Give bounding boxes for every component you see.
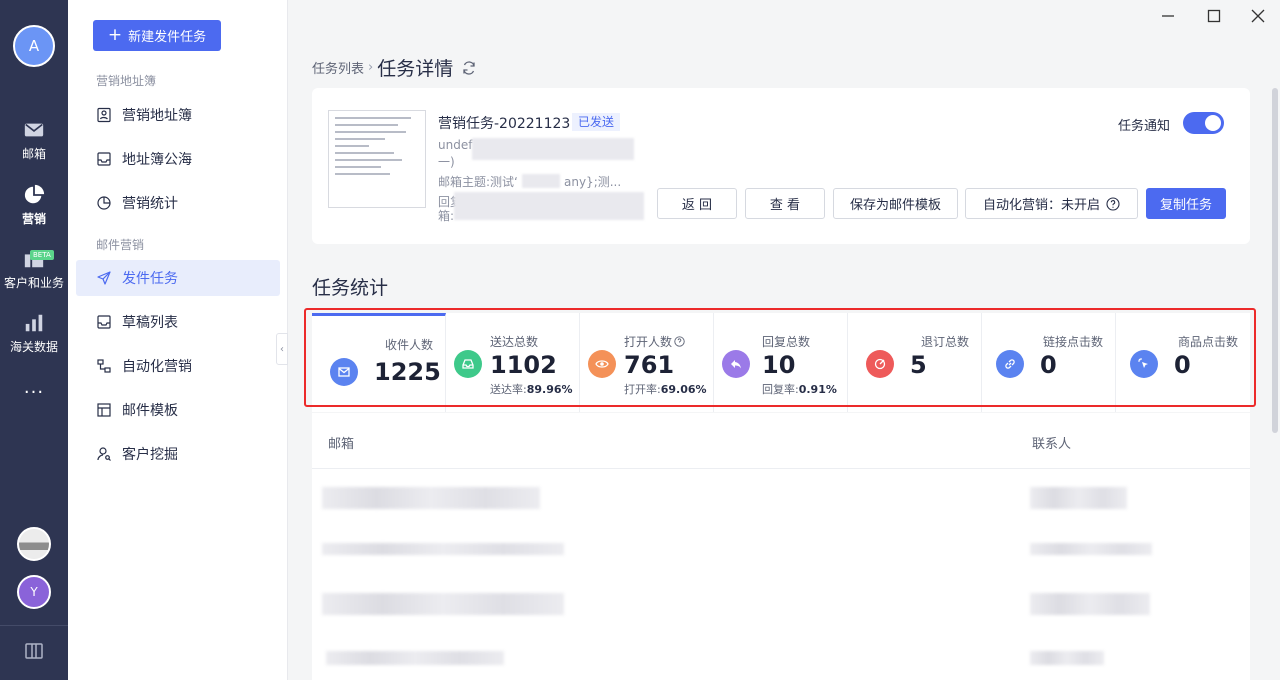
task-info-card: 营销任务-20221123 已发送 undef 一) 邮箱主题:测试ʻ any}…	[312, 88, 1250, 244]
status-badge: 已发送	[572, 113, 621, 131]
nav-item-public-pool[interactable]: 地址簿公海	[76, 141, 280, 177]
nav-item-templates[interactable]: 邮件模板	[76, 392, 280, 428]
redacted-email-cell	[326, 651, 504, 665]
contact-card-icon	[97, 107, 111, 123]
column-header-email: 邮箱	[328, 437, 355, 452]
email-subject-tail: any};测...	[564, 175, 622, 189]
stats-title: 任务统计	[312, 277, 389, 299]
email-subject: 邮箱主题:测试ʻ	[438, 175, 518, 189]
redacted-contact-cell	[1030, 487, 1127, 509]
user-avatar[interactable]: A	[13, 25, 55, 67]
reply-address-label-line2: 箱:	[438, 209, 455, 223]
inbox-icon	[97, 315, 111, 329]
nav-item-label: 草稿列表	[122, 315, 178, 331]
redacted-email-cell	[322, 487, 540, 509]
rail-item-mail[interactable]: 邮箱	[0, 115, 68, 165]
plus-icon: +	[107, 25, 123, 45]
section-label: 营销地址簿	[96, 74, 157, 88]
highlight-box	[304, 308, 1256, 407]
chevron-left-icon: ‹	[280, 343, 284, 355]
pie-chart-icon	[24, 184, 45, 203]
user-search-icon	[97, 447, 111, 461]
layout-panel-icon[interactable]	[24, 641, 44, 661]
redacted-area	[522, 174, 560, 188]
rail-item-marketing[interactable]: 营销	[0, 180, 68, 230]
bar-chart-icon	[25, 314, 43, 331]
main-content: 任务列表 › 任务详情 营销任务-20221123 已发送 undef 一) 邮…	[289, 0, 1280, 680]
recipients-table: 邮箱 联系人	[312, 413, 1250, 680]
copy-task-button[interactable]: 复制任务	[1146, 188, 1226, 219]
breadcrumb-parent[interactable]: 任务列表	[312, 58, 364, 77]
rail-item-label: 营销	[21, 211, 46, 226]
redacted-email-cell	[322, 543, 564, 555]
beta-badge: BETA	[30, 250, 54, 260]
rail-item-label: 海关数据	[9, 339, 58, 354]
toggle-knob	[1205, 115, 1221, 131]
nav-item-label: 发件任务	[122, 271, 178, 287]
task-name: 营销任务-20221123	[438, 116, 571, 132]
nav-item-label: 地址簿公海	[122, 152, 192, 168]
user-avatar-small[interactable]: Y	[17, 575, 51, 609]
pie-chart-icon	[97, 196, 111, 210]
nav-item-label: 营销统计	[122, 196, 178, 212]
save-as-template-button[interactable]: 保存为邮件模板	[833, 188, 958, 219]
rail-item-label: 邮箱	[21, 146, 46, 161]
breadcrumb: 任务列表 › 任务详情	[312, 54, 477, 81]
new-task-label: 新建发件任务	[128, 30, 207, 45]
redacted-email-cell	[322, 593, 564, 615]
task-notify-label: 任务通知	[1118, 119, 1171, 134]
mail-icon	[24, 123, 44, 136]
email-preview-thumbnail[interactable]	[328, 110, 426, 208]
help-icon[interactable]	[1106, 196, 1120, 211]
section-label: 邮件营销	[96, 238, 145, 252]
rail-item-customer[interactable]: BETA 客户和业务	[0, 244, 68, 294]
send-icon	[97, 271, 111, 285]
rail-item-customs[interactable]: 海关数据	[0, 308, 68, 358]
app-window: A 邮箱 营销 BETA 客户和业务 海关数据 ··· Y + 新建发件任务 营	[0, 0, 1280, 680]
nav-item-label: 营销地址簿	[122, 108, 192, 124]
left-rail: A 邮箱 营销 BETA 客户和业务 海关数据 ··· Y	[0, 0, 68, 680]
nav-item-label: 邮件模板	[122, 403, 178, 419]
nav-item-automation[interactable]: 自动化营销	[76, 348, 280, 384]
nav-item-marketing-stats[interactable]: 营销统计	[76, 185, 280, 221]
new-task-button[interactable]: + 新建发件任务	[93, 20, 221, 51]
back-button[interactable]: 返 回	[657, 188, 737, 219]
template-icon	[97, 403, 111, 417]
side-nav: + 新建发件任务 营销地址簿 营销地址簿 地址簿公海 营销统计 邮件营销 发件任…	[68, 0, 288, 680]
redacted-area	[472, 138, 634, 160]
automation-status-label: 自动化营销：未开启	[982, 198, 1100, 213]
sender-info: undef	[438, 138, 473, 152]
redacted-contact-cell	[1030, 651, 1104, 665]
flow-icon	[97, 359, 111, 373]
nav-item-label: 客户挖掘	[122, 447, 178, 463]
sender-info-line2: 一)	[438, 155, 455, 169]
breadcrumb-separator: ›	[368, 60, 374, 75]
inbox-icon	[97, 152, 111, 166]
nav-item-address-book[interactable]: 营销地址簿	[76, 97, 280, 133]
rail-divider	[0, 625, 68, 626]
redacted-contact-cell	[1030, 593, 1150, 615]
refresh-icon[interactable]	[461, 60, 477, 76]
nav-item-label: 自动化营销	[122, 359, 192, 375]
page-title: 任务详情	[377, 58, 454, 80]
automation-marketing-button[interactable]: 自动化营销：未开启	[965, 188, 1138, 219]
table-header-divider	[312, 468, 1250, 469]
task-notify-toggle[interactable]	[1183, 112, 1224, 134]
workspace-avatar[interactable]	[17, 527, 51, 561]
redacted-contact-cell	[1030, 543, 1152, 555]
view-button[interactable]: 查 看	[745, 188, 825, 219]
collapse-sidebar-button[interactable]: ‹	[276, 333, 288, 365]
column-header-contact: 联系人	[1032, 437, 1072, 452]
nav-item-drafts[interactable]: 草稿列表	[76, 304, 280, 340]
nav-item-send-tasks[interactable]: 发件任务	[76, 260, 280, 296]
main-scrollbar[interactable]	[1272, 88, 1278, 433]
more-icon[interactable]: ···	[0, 382, 68, 403]
nav-item-customer-mining[interactable]: 客户挖掘	[76, 436, 280, 472]
redacted-area	[454, 192, 644, 220]
rail-item-label: 客户和业务	[3, 275, 64, 290]
